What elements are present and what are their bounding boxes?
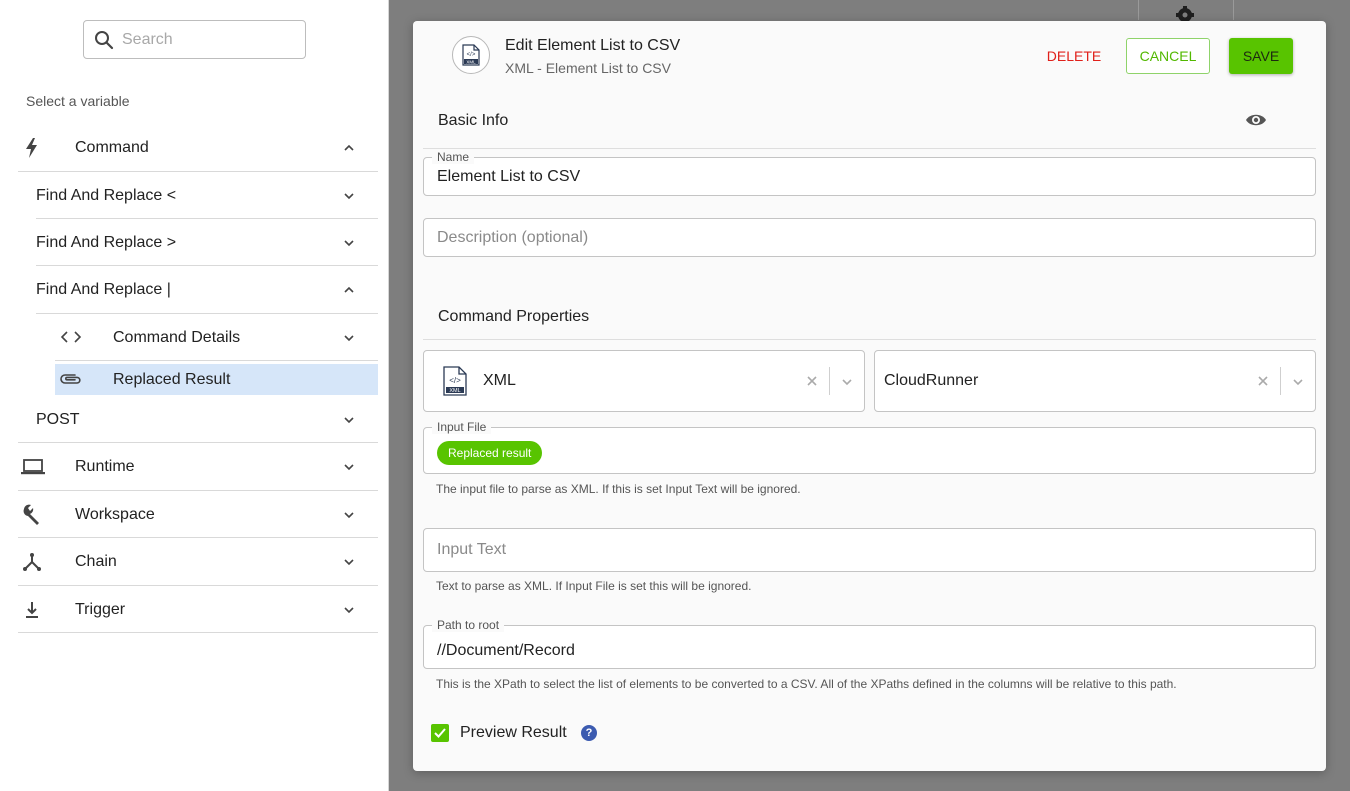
tree-item-command[interactable]: Command bbox=[18, 124, 378, 171]
runner-select[interactable]: CloudRunner bbox=[874, 350, 1316, 412]
chevron-down-icon[interactable] bbox=[841, 376, 853, 388]
chevron-down-icon bbox=[344, 607, 354, 614]
modal-title: Edit Element List to CSV bbox=[505, 37, 681, 54]
variable-panel: Select a variable Command Find And Repla… bbox=[0, 0, 389, 791]
section-divider bbox=[423, 148, 1316, 149]
name-field-label: Name bbox=[432, 150, 475, 164]
tree-item-label: POST bbox=[36, 410, 80, 428]
svg-text:</>: </> bbox=[449, 376, 461, 385]
wrench-icon bbox=[21, 503, 43, 525]
tree-item-find-replace-pipe[interactable]: Find And Replace | bbox=[36, 266, 378, 313]
tree-item-label: Replaced Result bbox=[113, 370, 231, 388]
name-field[interactable]: Name Element List to CSV bbox=[423, 150, 1316, 196]
chevron-down-icon bbox=[344, 417, 354, 424]
chevron-down-icon bbox=[344, 559, 354, 566]
tree-item-runtime[interactable]: Runtime bbox=[18, 443, 378, 490]
background-divider bbox=[1138, 0, 1139, 20]
tree-item-replaced-result[interactable]: Replaced Result bbox=[55, 364, 378, 395]
runner-value: CloudRunner bbox=[884, 372, 979, 389]
blank-area bbox=[537, 367, 587, 397]
select-variable-label: Select a variable bbox=[26, 93, 130, 109]
checkmark-icon bbox=[434, 728, 446, 738]
tree-item-find-replace-gt[interactable]: Find And Replace > bbox=[36, 219, 378, 266]
select-separator bbox=[1280, 367, 1281, 395]
tree-item-command-details[interactable]: Command Details bbox=[55, 314, 378, 361]
input-file-label: Input File bbox=[432, 420, 492, 434]
path-to-root-label: Path to root bbox=[432, 618, 505, 632]
search-input[interactable] bbox=[122, 21, 300, 58]
chevron-down-icon bbox=[344, 335, 354, 342]
chevron-down-icon bbox=[344, 193, 354, 200]
preview-result-checkbox[interactable] bbox=[431, 724, 449, 742]
tree-item-label: Command Details bbox=[113, 328, 241, 346]
tree-item-label: Find And Replace > bbox=[36, 233, 177, 251]
tree-item-label: Chain bbox=[75, 552, 117, 570]
preview-result-label[interactable]: Preview Result bbox=[460, 724, 567, 742]
edit-command-modal: </> XML Edit Element List to CSV XML - E… bbox=[413, 21, 1326, 771]
svg-text:XML: XML bbox=[466, 59, 476, 64]
select-separator bbox=[829, 367, 830, 395]
chevron-up-icon bbox=[344, 144, 354, 151]
tree-item-chain[interactable]: Chain bbox=[18, 538, 378, 585]
chevron-down-icon bbox=[344, 512, 354, 519]
description-field[interactable]: Description (optional) bbox=[423, 218, 1316, 257]
clear-icon[interactable] bbox=[805, 374, 819, 388]
tree-item-label: Workspace bbox=[75, 505, 155, 523]
gear-icon bbox=[1176, 6, 1194, 21]
save-button[interactable]: SAVE bbox=[1229, 38, 1293, 74]
chain-fork-icon bbox=[22, 552, 42, 572]
tree-item-label: Find And Replace | bbox=[36, 280, 171, 298]
paperclip-icon bbox=[60, 372, 82, 386]
connector-select[interactable]: </> XML XML bbox=[423, 350, 865, 412]
delete-button[interactable]: DELETE bbox=[1037, 38, 1111, 74]
basic-info-heading: Basic Info bbox=[438, 112, 509, 129]
tree-item-label: Trigger bbox=[75, 600, 126, 618]
tree-item-label: Find And Replace < bbox=[36, 186, 177, 204]
section-divider bbox=[423, 339, 1316, 340]
anchor-icon bbox=[24, 601, 40, 619]
tree-item-label: Runtime bbox=[75, 457, 135, 475]
replaced-result-chip[interactable]: Replaced result bbox=[437, 441, 543, 465]
background-divider bbox=[1233, 0, 1234, 20]
laptop-icon bbox=[21, 459, 45, 475]
connector-value: XML bbox=[483, 372, 516, 389]
chevron-up-icon bbox=[344, 286, 354, 293]
code-icon bbox=[60, 330, 82, 344]
xml-file-icon: </> XML bbox=[443, 366, 467, 396]
tree-item-label: Command bbox=[75, 138, 149, 156]
help-icon[interactable]: ? bbox=[581, 725, 597, 741]
tree-item-trigger[interactable]: Trigger bbox=[18, 586, 378, 633]
description-placeholder: Description (optional) bbox=[437, 229, 589, 246]
input-file-helper: The input file to parse as XML. If this … bbox=[436, 482, 801, 496]
svg-text:</>: </> bbox=[467, 52, 476, 58]
eye-icon[interactable] bbox=[1245, 112, 1267, 128]
path-to-root-helper: This is the XPath to select the list of … bbox=[436, 677, 1177, 691]
name-field-value: Element List to CSV bbox=[437, 168, 581, 185]
svg-text:XML: XML bbox=[449, 388, 460, 394]
path-to-root-field[interactable]: Path to root //Document/Record bbox=[423, 618, 1316, 669]
chevron-down-icon[interactable] bbox=[1292, 376, 1304, 388]
chevron-down-icon bbox=[344, 240, 354, 247]
divider bbox=[55, 360, 378, 361]
tree-item-find-replace-lt[interactable]: Find And Replace < bbox=[36, 172, 378, 219]
search-box[interactable] bbox=[83, 20, 306, 59]
bolt-icon bbox=[24, 138, 40, 158]
tree-item-workspace[interactable]: Workspace bbox=[18, 491, 378, 538]
cancel-button[interactable]: CANCEL bbox=[1126, 38, 1210, 74]
tree-item-post[interactable]: POST bbox=[36, 396, 378, 443]
chevron-down-icon bbox=[344, 464, 354, 471]
input-file-field[interactable]: Input File Replaced result bbox=[423, 420, 1316, 474]
input-text-placeholder: Input Text bbox=[437, 541, 507, 558]
command-properties-heading: Command Properties bbox=[438, 308, 590, 325]
input-text-helper: Text to parse as XML. If Input File is s… bbox=[436, 579, 752, 593]
input-text-field[interactable]: Input Text bbox=[423, 528, 1316, 572]
clear-icon[interactable] bbox=[1256, 374, 1270, 388]
divider bbox=[18, 632, 378, 633]
search-icon bbox=[95, 31, 114, 50]
path-to-root-value: //Document/Record bbox=[437, 642, 575, 659]
modal-subtitle: XML - Element List to CSV bbox=[505, 60, 671, 76]
xml-file-icon: </> XML bbox=[452, 36, 490, 74]
